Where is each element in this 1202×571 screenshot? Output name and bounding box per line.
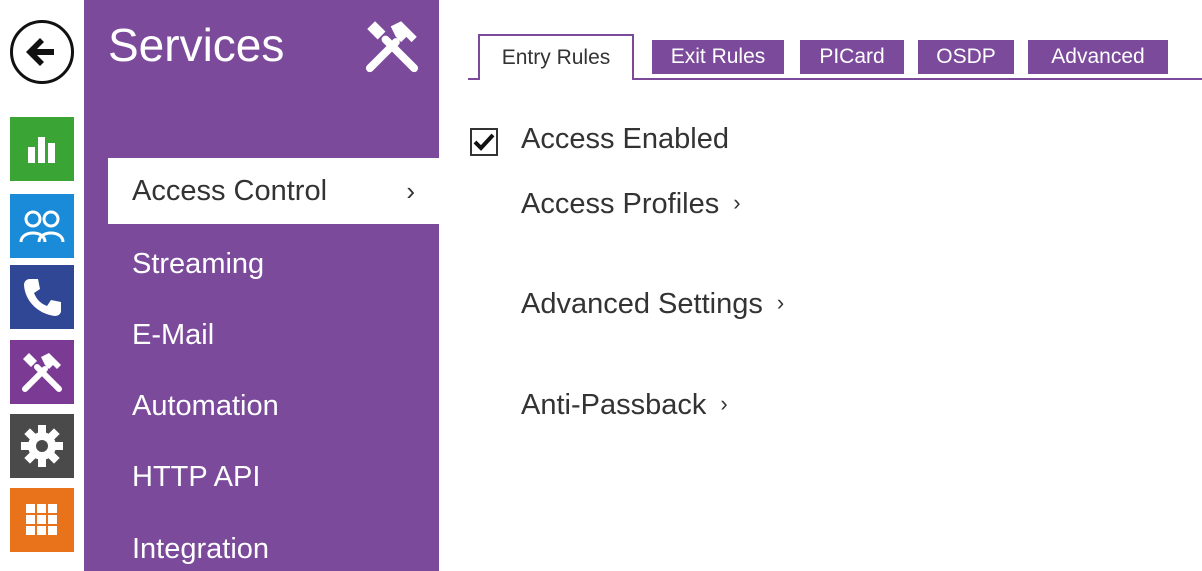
access-profiles-link[interactable]: Access Profiles › bbox=[521, 188, 741, 221]
nav-hardware[interactable] bbox=[10, 414, 74, 478]
nav-calls[interactable] bbox=[10, 265, 74, 329]
access-enabled-checkbox[interactable] bbox=[470, 128, 498, 156]
page-title: Services bbox=[108, 19, 285, 71]
nav-system[interactable] bbox=[10, 488, 74, 552]
sidebar-item-label: Streaming bbox=[132, 247, 265, 280]
bar-chart-icon bbox=[28, 137, 55, 163]
tab-picard[interactable]: PICard bbox=[800, 40, 904, 74]
tab-entry-rules[interactable]: Entry Rules bbox=[478, 34, 634, 80]
grid-icon bbox=[26, 504, 57, 535]
nav-services[interactable] bbox=[10, 340, 74, 404]
tab-label: Exit Rules bbox=[670, 45, 766, 68]
nav-directory[interactable] bbox=[10, 194, 74, 258]
tools-icon bbox=[22, 353, 62, 392]
link-label: Anti-Passback bbox=[521, 389, 707, 421]
tools-icon bbox=[365, 21, 419, 73]
chevron-right-icon: › bbox=[776, 290, 785, 315]
sidebar-item-label: Integration bbox=[132, 532, 270, 565]
sidebar-item-email[interactable]: E-Mail bbox=[84, 302, 439, 368]
anti-passback-link[interactable]: Anti-Passback › bbox=[521, 389, 728, 422]
phone-icon bbox=[24, 279, 61, 316]
users-icon bbox=[19, 210, 65, 243]
sidebar-item-automation[interactable]: Automation bbox=[84, 373, 439, 439]
sidebar-item-streaming[interactable]: Streaming bbox=[84, 231, 439, 297]
link-label: Access Profiles bbox=[521, 188, 720, 220]
advanced-settings-link[interactable]: Advanced Settings › bbox=[521, 288, 784, 321]
tab-bar: Entry Rules Exit Rules PICard OSDP Advan… bbox=[468, 34, 1202, 80]
icon-rail bbox=[0, 0, 84, 571]
sidebar-item-access-control[interactable]: Access Control › bbox=[108, 158, 439, 224]
tab-label: OSDP bbox=[936, 45, 996, 68]
access-enabled-label[interactable]: Access Enabled bbox=[521, 123, 729, 156]
gear-icon bbox=[21, 425, 63, 467]
tab-exit-rules[interactable]: Exit Rules bbox=[652, 40, 784, 74]
chevron-right-icon: › bbox=[733, 190, 741, 215]
services-sidebar: Services Access Control › Streaming E-Ma… bbox=[84, 0, 439, 571]
tab-advanced[interactable]: Advanced bbox=[1028, 40, 1168, 74]
sidebar-item-label: Automation bbox=[132, 389, 279, 422]
tab-label: Entry Rules bbox=[501, 46, 611, 69]
checkmark-icon bbox=[473, 133, 495, 151]
back-button[interactable] bbox=[10, 20, 74, 84]
sidebar-item-http-api[interactable]: HTTP API bbox=[84, 444, 439, 510]
nav-status[interactable] bbox=[10, 117, 74, 181]
chevron-right-icon: › bbox=[406, 175, 415, 206]
tab-label: Advanced bbox=[1051, 45, 1145, 68]
sidebar-item-label: HTTP API bbox=[132, 460, 261, 493]
chevron-right-icon: › bbox=[720, 391, 728, 416]
tab-label: PICard bbox=[819, 45, 885, 68]
link-label: Advanced Settings bbox=[521, 288, 763, 320]
sidebar-item-label: Access Control bbox=[132, 174, 328, 207]
sidebar-item-label: E-Mail bbox=[132, 318, 215, 351]
arrow-left-icon bbox=[26, 38, 54, 66]
sidebar-item-integration[interactable]: Integration bbox=[84, 516, 439, 571]
tab-osdp[interactable]: OSDP bbox=[918, 40, 1014, 74]
